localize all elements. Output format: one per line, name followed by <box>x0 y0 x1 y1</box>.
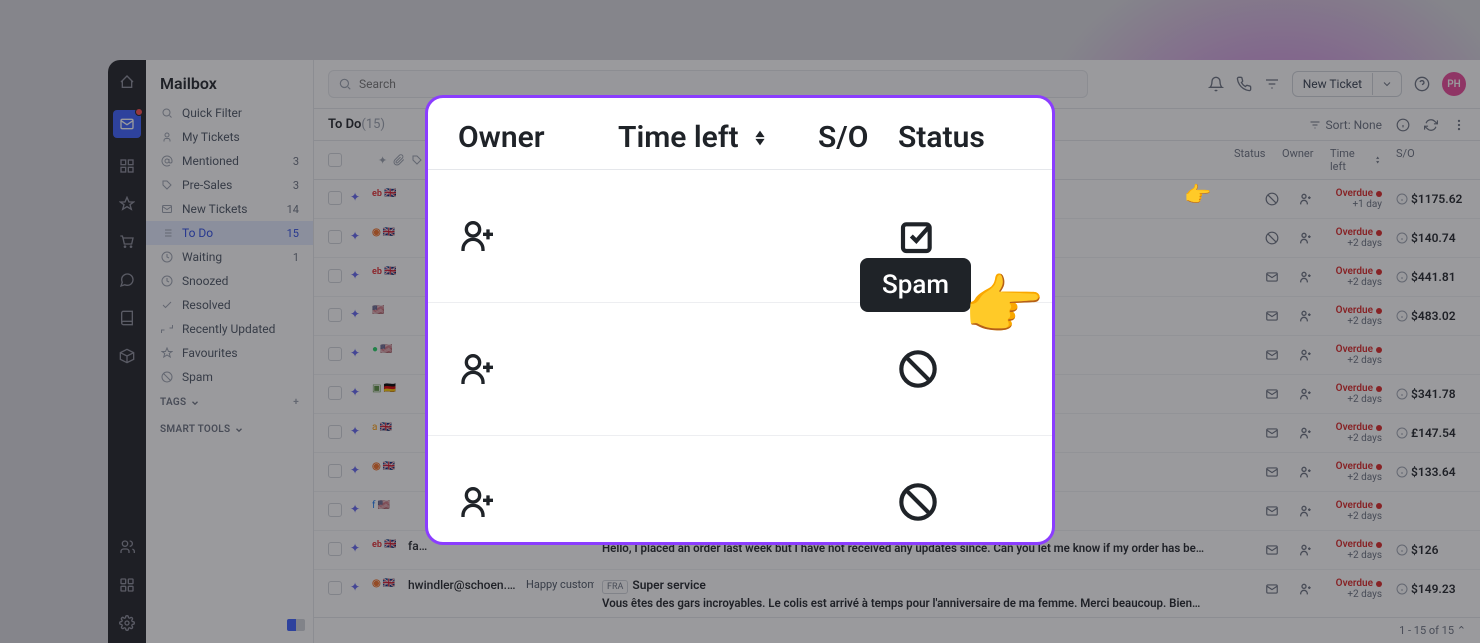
pointer-hand-small-icon: 👈 <box>1185 183 1212 208</box>
assign-owner-icon[interactable] <box>458 349 618 389</box>
pointer-hand-icon: 👈 <box>965 268 1047 345</box>
popup-time-header[interactable]: Time left <box>618 120 818 155</box>
assign-owner-icon[interactable] <box>458 216 618 256</box>
popup-owner-header: Owner <box>458 120 618 155</box>
sort-icon <box>749 127 771 149</box>
spam-tooltip: Spam <box>860 258 971 312</box>
status-spam-icon[interactable] <box>898 482 938 522</box>
status-spam-icon[interactable] <box>898 349 938 389</box>
popup-status-header: Status <box>898 120 985 155</box>
assign-owner-icon[interactable] <box>458 482 618 522</box>
popup-so-header: S/O <box>818 120 898 155</box>
status-done-icon[interactable] <box>898 216 938 256</box>
columns-popup: Owner Time left S/O Status <box>425 95 1055 545</box>
